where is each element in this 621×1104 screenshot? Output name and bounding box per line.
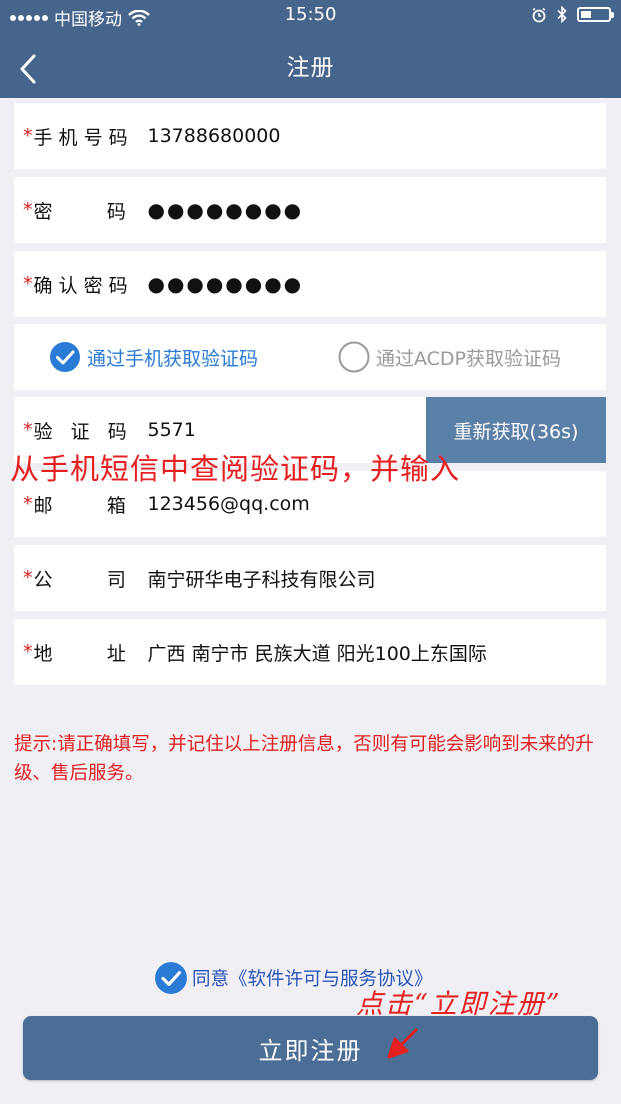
required-mark: * [23,493,33,515]
checked-circle-icon [155,962,187,994]
red-arrow-icon [387,1027,419,1059]
company-field[interactable]: * 公 司 南宁研华电子科技有限公司 [14,545,606,611]
phone-field[interactable]: * 手 机 号 码 13788680000 [14,103,606,169]
required-mark: * [23,273,33,295]
required-mark: * [23,641,33,663]
verify-code-label: 验 证 码 [33,420,127,443]
required-mark: * [23,567,33,589]
radio-phone-verify[interactable]: 通过手机获取验证码 [49,341,258,373]
nav-bar: 注册 [0,32,621,98]
password-input[interactable]: ●●●●●●●● [148,198,304,222]
page-title: 注册 [286,55,335,81]
required-mark: * [23,419,33,441]
company-label: 公 司 [33,568,126,591]
verify-code-input[interactable]: 5571 [148,419,196,441]
bluetooth-icon [557,6,567,23]
address-field[interactable]: * 地 址 广西 南宁市 民族大道 阳光100上东国际 [14,619,606,685]
annotation-verify-hint: 从手机短信中查阅验证码，并输入 [10,452,461,486]
required-mark: * [23,125,33,147]
confirm-password-field[interactable]: * 确 认 密 码 ●●●●●●●● [14,251,606,317]
checked-circle-icon [50,342,80,372]
phone-label: 手 机 号 码 [33,126,128,149]
status-bar: 中国移动 15:50 [0,0,621,32]
email-input[interactable]: 123456@qq.com [148,493,310,515]
radio-acdp-verify[interactable]: 通过ACDP获取验证码 [338,341,561,373]
password-field[interactable]: * 密 码 ●●●●●●●● [14,177,606,243]
status-time: 15:50 [284,4,337,25]
alarm-icon [532,7,546,22]
verify-method-group: 通过手机获取验证码 通过ACDP获取验证码 [14,324,606,390]
password-label: 密 码 [33,200,126,223]
phone-input[interactable]: 13788680000 [148,125,281,147]
email-label: 邮 箱 [33,494,126,517]
required-mark: * [23,199,33,221]
address-label: 地 址 [33,642,126,665]
company-input[interactable]: 南宁研华电子科技有限公司 [148,565,376,592]
battery-icon [577,7,614,22]
unchecked-circle-icon [338,341,370,373]
confirm-password-input[interactable]: ●●●●●●●● [148,272,304,296]
app-header: 中国移动 15:50 注册 [0,0,621,98]
register-button[interactable]: 立即注册 [23,1016,598,1080]
address-input[interactable]: 广西 南宁市 民族大道 阳光100上东国际 [148,639,487,666]
confirm-password-label: 确 认 密 码 [33,274,128,297]
radio-phone-label: 通过手机获取验证码 [87,347,259,370]
tip-text: 提示:请正确填写，并记住以上注册信息，否则有可能会影响到未来的升级、售后服务。 [14,734,594,784]
radio-acdp-label: 通过ACDP获取验证码 [376,347,562,370]
